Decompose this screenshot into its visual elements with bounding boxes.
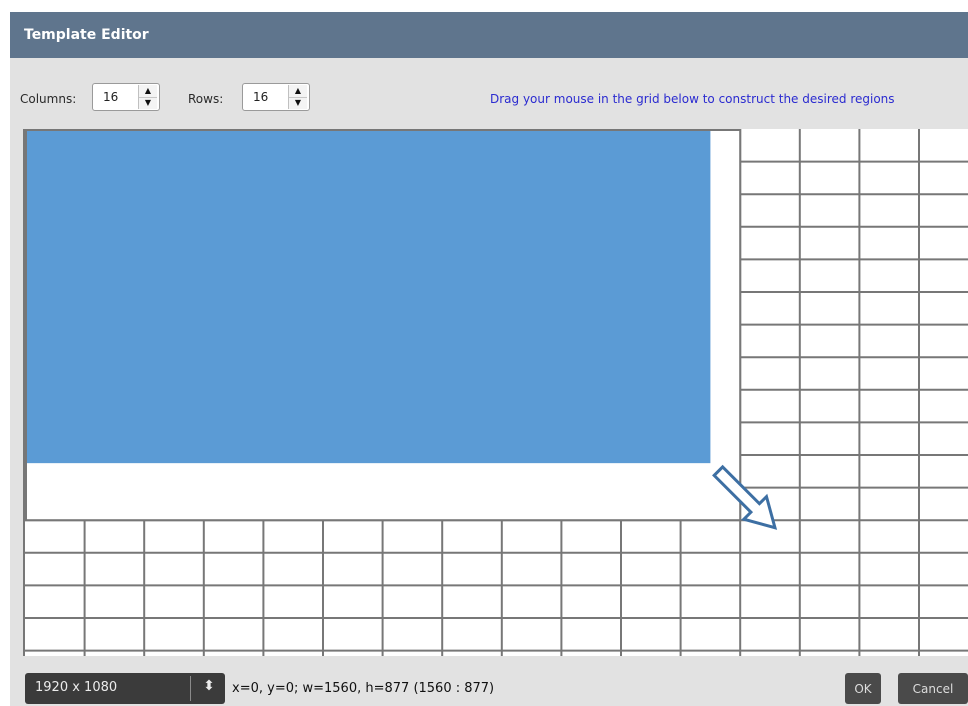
updown-arrow-icon[interactable]: ⬍ — [197, 678, 221, 694]
coordinates-readout: x=0, y=0; w=1560, h=877 (1560 : 877) — [232, 681, 495, 696]
status-bar: 1920 x 1080 ⬍ x=0, y=0; w=1560, h=877 (1… — [10, 656, 968, 706]
select-divider — [190, 676, 191, 701]
selection-region — [27, 131, 711, 464]
columns-decrement-icon[interactable]: ▼ — [139, 97, 157, 109]
region-grid[interactable] — [23, 129, 968, 656]
rows-value[interactable]: 16 — [253, 90, 268, 104]
columns-spinner[interactable]: 16 ▲ ▼ — [92, 83, 160, 111]
resolution-value: 1920 x 1080 — [35, 680, 118, 695]
rows-decrement-icon[interactable]: ▼ — [289, 97, 307, 109]
rows-stepper-buttons: ▲ ▼ — [288, 85, 307, 109]
top-margin — [0, 0, 968, 12]
grid-canvas[interactable] — [25, 129, 968, 656]
columns-value[interactable]: 16 — [103, 90, 118, 104]
title-bar: Template Editor — [10, 12, 968, 58]
rows-label: Rows: — [188, 92, 224, 106]
columns-stepper-buttons: ▲ ▼ — [138, 85, 157, 109]
toolbar: Columns: 16 ▲ ▼ Rows: 16 ▲ ▼ Drag your m… — [10, 58, 968, 128]
ok-button[interactable]: OK — [845, 673, 881, 704]
editor-panel: Columns: 16 ▲ ▼ Rows: 16 ▲ ▼ Drag your m… — [10, 58, 968, 706]
window-title: Template Editor — [24, 27, 149, 43]
columns-label: Columns: — [20, 92, 77, 106]
cancel-button[interactable]: Cancel — [898, 673, 968, 704]
rows-spinner[interactable]: 16 ▲ ▼ — [242, 83, 310, 111]
resolution-select[interactable]: 1920 x 1080 ⬍ — [25, 673, 225, 704]
grid-hint: Drag your mouse in the grid below to con… — [490, 92, 895, 106]
